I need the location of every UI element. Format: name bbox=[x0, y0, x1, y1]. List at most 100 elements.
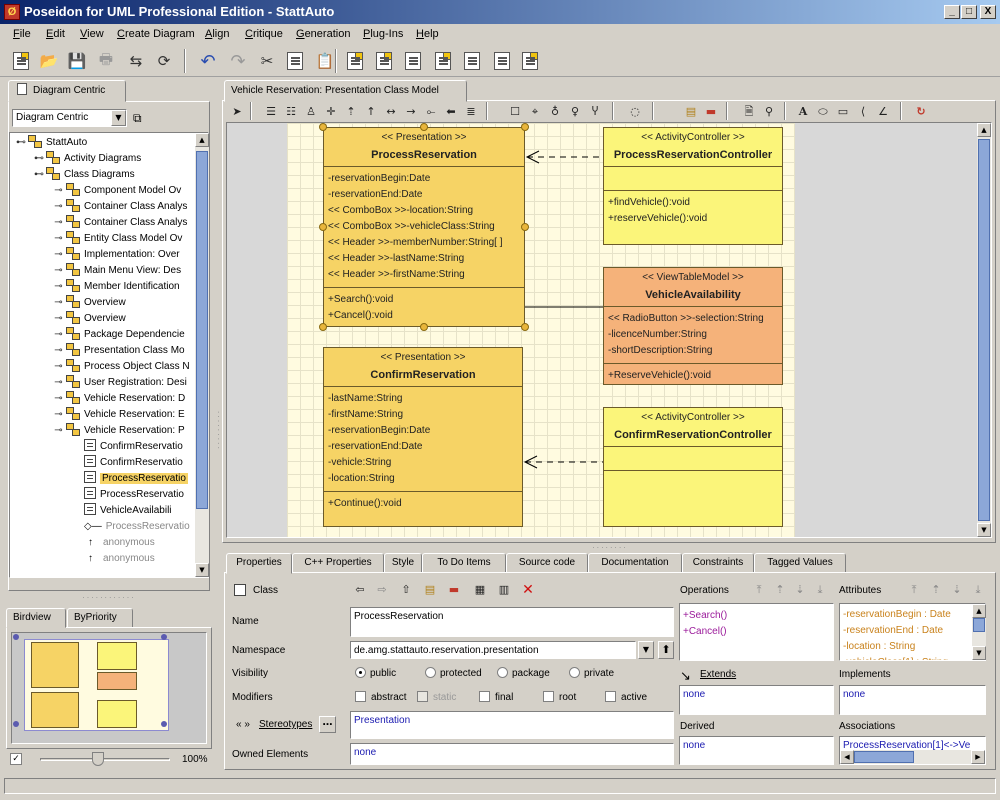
bidirectional-tool-icon[interactable]: ↔ bbox=[382, 103, 400, 121]
tree-item[interactable]: ⊷ StattAuto bbox=[16, 135, 194, 151]
go-to-namespace-icon[interactable]: ⬆ bbox=[658, 641, 674, 659]
move-top-icon[interactable]: ⤒ bbox=[905, 581, 923, 599]
interface-tool-icon[interactable]: ☷ bbox=[282, 103, 300, 121]
selection-handle[interactable] bbox=[420, 323, 428, 331]
tab-birdview[interactable]: Birdview bbox=[6, 608, 66, 628]
name-field[interactable]: ProcessReservation bbox=[350, 607, 674, 637]
operation-item[interactable]: +Search() bbox=[683, 608, 830, 624]
scroll-up-arrow[interactable]: ▲ bbox=[195, 133, 209, 147]
expand-toggle-icon[interactable]: ⊸ bbox=[54, 263, 63, 279]
selection-handle[interactable] bbox=[319, 323, 327, 331]
association-tool-icon[interactable]: ✛ bbox=[322, 103, 340, 121]
move-bottom-icon[interactable]: ⤓ bbox=[969, 581, 987, 599]
tree-item[interactable]: ⊷ Class Diagrams bbox=[34, 167, 194, 183]
attributes-scrollbar[interactable]: ▲ ▼ bbox=[972, 604, 986, 660]
tree-item[interactable]: ◇— ProcessReservatio bbox=[84, 519, 194, 535]
menu-generation[interactable]: Generation bbox=[296, 28, 350, 40]
attribute-item[interactable]: -reservationEnd : Date bbox=[843, 623, 982, 639]
class-diagram-icon[interactable] bbox=[342, 49, 368, 73]
tree-item[interactable]: ⊸ User Registration: Desi bbox=[54, 375, 194, 391]
radio-package[interactable] bbox=[497, 667, 508, 678]
owned-elements-field[interactable]: none bbox=[350, 743, 674, 765]
checkbox-active[interactable] bbox=[605, 691, 616, 702]
expand-toggle-icon[interactable]: ⊸ bbox=[54, 247, 63, 263]
birdview-checkbox[interactable]: ✓ bbox=[10, 753, 22, 765]
component-diagram-icon[interactable] bbox=[517, 49, 543, 73]
scroll-up-arrow[interactable]: ▲ bbox=[977, 123, 991, 137]
expand-toggle-icon[interactable]: ⊸ bbox=[54, 215, 63, 231]
move-up-icon[interactable]: ⇡ bbox=[927, 581, 945, 599]
class-box-tool-icon[interactable]: ☐ bbox=[506, 103, 524, 121]
tree-item[interactable]: ⊸ Process Object Class N bbox=[54, 359, 194, 375]
operations-list[interactable]: +Search() +Cancel() bbox=[679, 603, 834, 661]
tab-to-do-items[interactable]: To Do Items bbox=[422, 553, 506, 573]
radio-public[interactable] bbox=[355, 667, 366, 678]
checkbox-root[interactable] bbox=[543, 691, 554, 702]
tree-item[interactable]: ProcessReservatio bbox=[84, 471, 194, 487]
tree-item[interactable]: ⊸ Component Model Ov bbox=[54, 183, 194, 199]
vertical-splitter[interactable]: · · · · · · · · · bbox=[214, 90, 222, 770]
scroll-left-arrow[interactable]: ◀ bbox=[840, 750, 854, 764]
viewport-handle[interactable] bbox=[13, 721, 19, 727]
collaboration-diagram-icon[interactable] bbox=[430, 49, 456, 73]
state-diagram-icon[interactable] bbox=[459, 49, 485, 73]
tab-diagram[interactable]: Vehicle Reservation: Presentation Class … bbox=[224, 80, 467, 102]
attribute-item[interactable]: -location : String bbox=[843, 639, 982, 655]
expand-toggle-icon[interactable]: ⊸ bbox=[54, 343, 63, 359]
tab-c-properties[interactable]: C++ Properties bbox=[292, 553, 384, 573]
modifier-root[interactable]: root bbox=[543, 691, 576, 703]
horizontal-splitter[interactable]: · · · · · · · · bbox=[222, 544, 996, 552]
node-tool-icon[interactable]: ♀ bbox=[566, 103, 584, 121]
note-tool-icon[interactable]: 🗎 bbox=[740, 103, 758, 121]
tree-item[interactable]: ⊸ Overview bbox=[54, 295, 194, 311]
refresh-icon[interactable]: ⟳ bbox=[151, 49, 177, 73]
viewport-handle[interactable] bbox=[161, 721, 167, 727]
copy-view-icon[interactable]: ⧉ bbox=[133, 111, 147, 125]
expand-toggle-icon[interactable]: ⊷ bbox=[16, 135, 26, 151]
selection-handle[interactable] bbox=[521, 323, 529, 331]
expand-toggle-icon[interactable]: ⊸ bbox=[54, 183, 63, 199]
checkbox-static[interactable] bbox=[417, 691, 428, 702]
tree-item[interactable]: ⊸ Entity Class Model Ov bbox=[54, 231, 194, 247]
composition-tool-icon[interactable]: ⬅ bbox=[442, 103, 460, 121]
pin-tool-icon[interactable]: ♁ bbox=[546, 103, 564, 121]
expand-toggle-icon[interactable]: ⊷ bbox=[34, 167, 44, 183]
redo-icon[interactable]: ↷ bbox=[225, 49, 251, 73]
class-process-reservation[interactable]: << Presentation >> ProcessReservation -re… bbox=[323, 127, 525, 327]
checkbox-abstract[interactable] bbox=[355, 691, 366, 702]
new-operation-icon[interactable]: ▬ bbox=[445, 581, 463, 599]
menu-view[interactable]: View bbox=[80, 28, 104, 40]
stereotypes-field[interactable]: Presentation bbox=[350, 711, 674, 739]
menu-align[interactable]: Align bbox=[205, 28, 229, 40]
tree-item[interactable]: ⊸ Presentation Class Mo bbox=[54, 343, 194, 359]
class-process-reservation-controller[interactable]: << ActivityController >> ProcessReservati… bbox=[603, 127, 783, 245]
freehand-tool-icon[interactable]: ∠ bbox=[874, 103, 892, 121]
menu-plugins[interactable]: Plug-Ins bbox=[363, 28, 403, 40]
visibility-private[interactable]: private bbox=[569, 667, 614, 679]
menu-file[interactable]: File bbox=[13, 28, 31, 40]
expand-toggle-icon[interactable]: ⊸ bbox=[54, 311, 63, 327]
tab-properties[interactable]: Properties bbox=[226, 553, 292, 574]
scroll-thumb[interactable] bbox=[973, 618, 985, 632]
zoom-slider-track[interactable] bbox=[40, 758, 170, 761]
boundary-tool-icon[interactable]: ◌ bbox=[626, 103, 644, 121]
extends-field[interactable]: none bbox=[679, 685, 834, 715]
scroll-up-arrow[interactable]: ▲ bbox=[972, 604, 986, 618]
tab-tagged-values[interactable]: Tagged Values bbox=[754, 553, 846, 573]
visibility-protected[interactable]: protected bbox=[425, 667, 482, 679]
expand-toggle-icon[interactable]: ⊸ bbox=[54, 375, 63, 391]
move-bottom-icon[interactable]: ⤓ bbox=[811, 581, 829, 599]
menu-create-diagram[interactable]: Create Diagram bbox=[117, 28, 195, 40]
associations-scrollbar[interactable]: ◀ ▶ bbox=[840, 750, 985, 764]
reload-icon[interactable]: ↻ bbox=[912, 103, 930, 121]
tab-bypriority[interactable]: ByPriority bbox=[67, 608, 133, 628]
tab-diagram-centric[interactable]: Diagram Centric bbox=[8, 80, 126, 102]
scroll-down-arrow[interactable]: ▼ bbox=[972, 646, 986, 660]
class-tool-icon[interactable]: ☰ bbox=[262, 103, 280, 121]
generalization-tool-icon[interactable]: ⇡ bbox=[342, 103, 360, 121]
fork-tool-icon[interactable]: Ⴤ bbox=[586, 103, 604, 121]
usecase-diagram-icon[interactable] bbox=[371, 49, 397, 73]
go-up-icon[interactable]: ⇧ bbox=[397, 581, 415, 599]
splitter-handle[interactable]: · · · · · · · · · · · · bbox=[0, 594, 216, 602]
tree-item[interactable]: ⊸ Overview bbox=[54, 311, 194, 327]
